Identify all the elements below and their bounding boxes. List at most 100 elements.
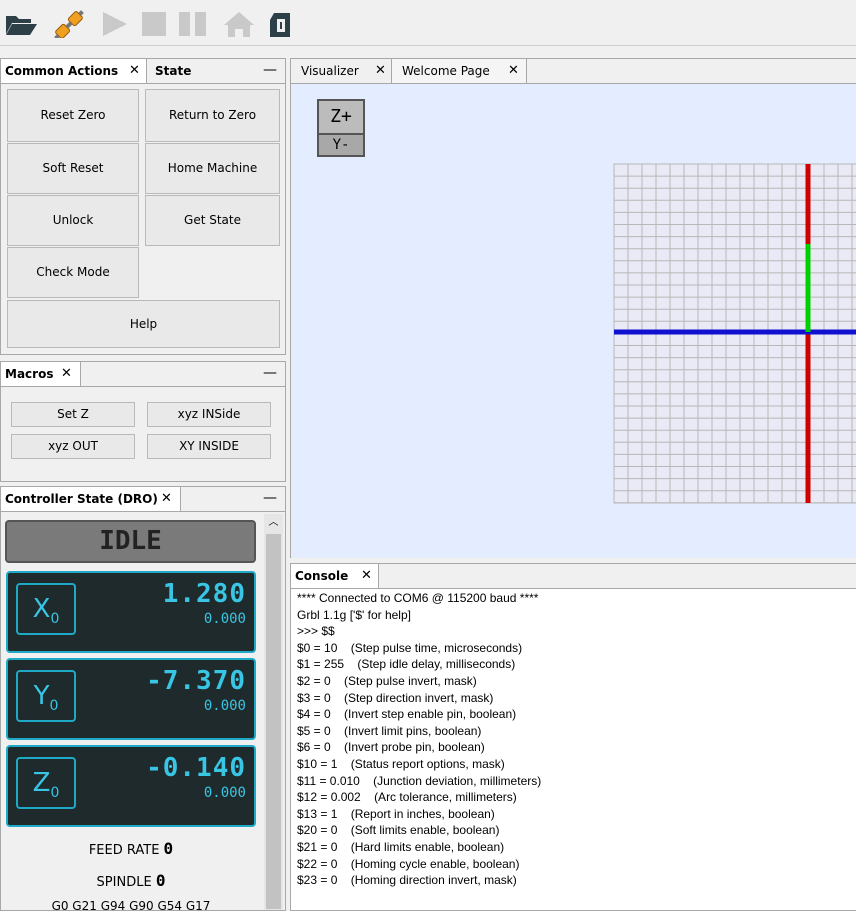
scrollbar-thumb[interactable]: [266, 534, 281, 909]
pause-icon[interactable]: [176, 10, 210, 38]
z-work-position: -0.140: [146, 753, 246, 783]
console-line: $0 = 10 (Step pulse time, microseconds): [297, 640, 523, 655]
console-line: $10 = 1 (Status report options, mask): [297, 756, 505, 771]
reset-zero-button[interactable]: Reset Zero: [7, 89, 139, 142]
console-line: $5 = 0 (Invert limit pins, boolean): [297, 723, 482, 738]
z-machine-position: 0.000: [203, 785, 246, 801]
console-line: $23 = 0 (Homing direction invert, mask): [297, 873, 517, 888]
tab-welcome-page[interactable]: Welcome Page ✕: [391, 59, 527, 83]
spindle-value: 0: [155, 871, 166, 890]
tab-label: State: [155, 64, 192, 78]
axis-subscript: 0: [50, 785, 60, 802]
console-line: $4 = 0 (Invert step enable pin, boolean): [297, 707, 517, 722]
y-work-position: -7.370: [146, 666, 246, 696]
macro-xy-inside-button[interactable]: XY INSIDE: [147, 434, 271, 459]
folder-open-icon[interactable]: [4, 10, 38, 38]
home-machine-button[interactable]: Home Machine: [145, 143, 280, 194]
console-line: **** Connected to COM6 @ 115200 baud ***…: [297, 591, 539, 605]
common-actions-tabbar: Common Actions ✕ State —: [1, 59, 285, 84]
spindle-label: SPINDLE: [96, 875, 152, 890]
axis-letter: Y: [33, 681, 50, 711]
console-line: $22 = 0 (Homing cycle enable, boolean): [297, 856, 520, 871]
visualizer-canvas[interactable]: Z+ Y-: [291, 84, 856, 558]
stop-icon[interactable]: [140, 10, 168, 38]
feed-rate-label: FEED RATE: [88, 843, 160, 858]
tab-console[interactable]: Console ✕: [291, 564, 379, 588]
console-output[interactable]: **** Connected to COM6 @ 115200 baud ***…: [297, 590, 852, 889]
dro-scrollbar[interactable]: ︿: [264, 514, 283, 910]
console-line: $2 = 0 (Step pulse invert, mask): [297, 673, 477, 688]
close-icon[interactable]: ✕: [375, 59, 386, 83]
y-axis-reset-button[interactable]: Y0: [16, 670, 76, 722]
axis-letter: X: [32, 594, 51, 624]
check-mode-button[interactable]: Check Mode: [7, 247, 139, 298]
minimize-icon[interactable]: —: [263, 362, 277, 384]
console-line: $1 = 255 (Step idle delay, milliseconds): [297, 657, 516, 672]
x-machine-position: 0.000: [203, 611, 246, 627]
y-machine-position: 0.000: [203, 698, 246, 714]
dro-x-axis: X0 1.280 0.000: [6, 571, 256, 653]
console-line: Grbl 1.1g ['$' for help]: [297, 607, 411, 622]
visualizer-panel: Visualizer ✕ Welcome Page ✕ Z+ Y-: [290, 58, 856, 558]
gcode-state-text: G0 G21 G94 G90 G54 G17: [51, 899, 211, 911]
axis-subscript: 0: [50, 611, 60, 628]
dro-tabbar: Controller State (DRO) ✕ —: [1, 487, 285, 512]
console-panel: Console ✕ **** Connected to COM6 @ 11520…: [290, 563, 856, 911]
play-icon[interactable]: [100, 10, 130, 38]
tab-label: Macros: [5, 367, 54, 381]
macro-set-z-button[interactable]: Set Z: [11, 402, 135, 427]
dro-z-axis: Z0 -0.140 0.000: [6, 745, 256, 827]
tab-label: Visualizer: [301, 64, 359, 78]
spindle-row: SPINDLE 0: [1, 871, 261, 890]
scroll-up-icon[interactable]: ︿: [264, 514, 283, 532]
get-state-button[interactable]: Get State: [145, 195, 280, 246]
machine-icon[interactable]: [266, 10, 296, 38]
console-line: $3 = 0 (Step direction invert, mask): [297, 690, 494, 705]
console-line: $11 = 0.010 (Junction deviation, millime…: [297, 773, 542, 788]
axis-subscript: 0: [49, 698, 59, 715]
main-toolbar: [0, 0, 856, 46]
close-icon[interactable]: ✕: [508, 59, 519, 83]
macro-xyz-inside-button[interactable]: xyz INSide: [147, 402, 271, 427]
x-axis-reset-button[interactable]: X0: [16, 583, 76, 635]
machine-state-badge: IDLE: [5, 520, 256, 563]
console-line: $20 = 0 (Soft limits enable, boolean): [297, 823, 500, 838]
macros-tabbar: Macros ✕ —: [1, 362, 285, 387]
tab-label: Welcome Page: [402, 64, 490, 78]
soft-reset-button[interactable]: Soft Reset: [7, 143, 139, 194]
tab-visualizer[interactable]: Visualizer ✕: [291, 59, 391, 83]
macro-xyz-out-button[interactable]: xyz OUT: [11, 434, 135, 459]
plug-connect-icon[interactable]: [50, 10, 88, 38]
close-icon[interactable]: ✕: [129, 59, 140, 83]
console-line: >>> $$: [297, 624, 335, 639]
axis-letter: Z: [32, 768, 51, 798]
home-icon[interactable]: [222, 10, 256, 38]
unlock-button[interactable]: Unlock: [7, 195, 139, 246]
close-icon[interactable]: ✕: [161, 487, 172, 511]
console-line: $13 = 1 (Report in inches, boolean): [297, 806, 495, 821]
macros-panel: Macros ✕ — Set Z xyz INSide xyz OUT XY I…: [0, 361, 286, 482]
tab-label: Common Actions: [5, 64, 119, 78]
x-work-position: 1.280: [162, 579, 246, 609]
feed-rate-row: FEED RATE 0: [1, 839, 261, 858]
z-axis-reset-button[interactable]: Z0: [16, 757, 76, 809]
feed-rate-value: 0: [163, 839, 174, 858]
tab-common-actions[interactable]: Common Actions ✕: [1, 59, 147, 83]
console-tabbar: Console ✕: [291, 564, 856, 589]
tab-controller-state[interactable]: Controller State (DRO) ✕: [1, 487, 181, 511]
minimize-icon[interactable]: —: [263, 487, 277, 509]
console-line: $21 = 0 (Hard limits enable, boolean): [297, 839, 505, 854]
tab-macros[interactable]: Macros ✕: [1, 362, 81, 386]
minimize-icon[interactable]: —: [263, 59, 277, 81]
tab-state[interactable]: State: [151, 59, 221, 83]
dro-y-axis: Y0 -7.370 0.000: [6, 658, 256, 740]
dro-panel: Controller State (DRO) ✕ — IDLE X0 1.280…: [0, 486, 286, 911]
work-grid: [613, 163, 856, 504]
common-actions-panel: Common Actions ✕ State — Reset Zero Retu…: [0, 58, 286, 355]
visualizer-tabbar: Visualizer ✕ Welcome Page ✕: [291, 59, 856, 84]
return-to-zero-button[interactable]: Return to Zero: [145, 89, 280, 142]
help-button[interactable]: Help: [7, 300, 280, 348]
console-line: $12 = 0.002 (Arc tolerance, millimeters): [297, 790, 517, 805]
close-icon[interactable]: ✕: [361, 564, 372, 588]
close-icon[interactable]: ✕: [61, 362, 72, 386]
